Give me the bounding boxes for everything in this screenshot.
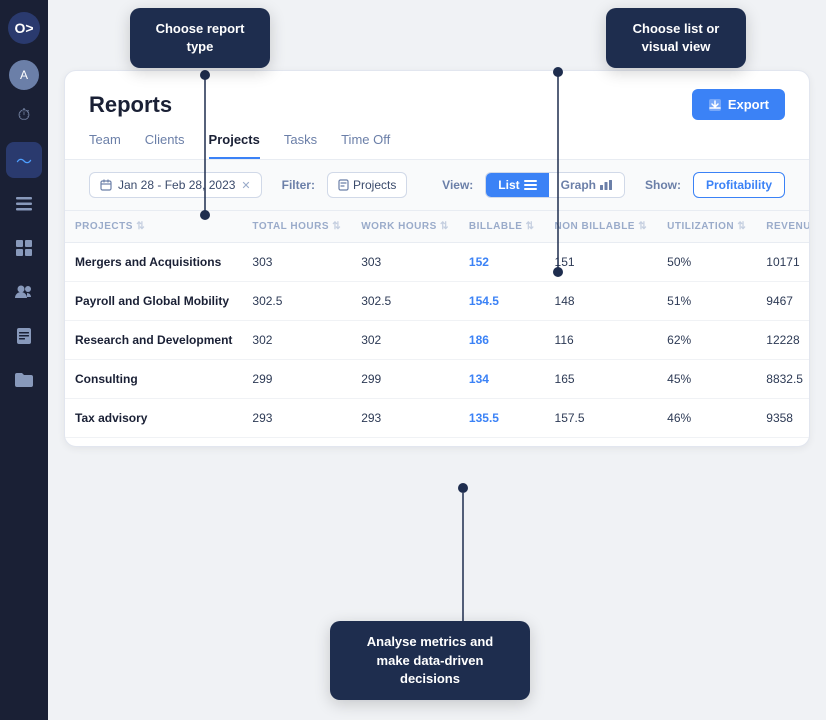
work-hours-cell: 302.5 — [351, 282, 459, 321]
tooltip-choose-report: Choose report type — [130, 8, 270, 68]
total-hours-cell: 299 — [242, 360, 351, 399]
col-billable: BILLABLE ⇅ — [459, 211, 545, 243]
filter-value: Projects — [353, 178, 396, 192]
col-total-hours: TOTAL HOURS ⇅ — [242, 211, 351, 243]
sidebar-item-people[interactable] — [6, 274, 42, 310]
main-content: Reports Export Team Clients Projects Tas… — [48, 0, 826, 720]
sidebar-item-timer[interactable]: ⏱ — [6, 98, 42, 134]
work-hours-cell: 303 — [351, 243, 459, 282]
billable-cell: 152 — [459, 243, 545, 282]
project-name-cell: Mergers and Acquisitions — [65, 243, 242, 282]
report-card: Reports Export Team Clients Projects Tas… — [64, 70, 810, 447]
col-revenues: REVENUES ⇅ — [756, 211, 809, 243]
billable-cell: 186 — [459, 321, 545, 360]
billable-cell: 134 — [459, 360, 545, 399]
revenues-cell: 12228 — [756, 321, 809, 360]
tab-clients[interactable]: Clients — [145, 132, 185, 159]
data-table-wrap: PROJECTS ⇅ TOTAL HOURS ⇅ WORK HOURS ⇅ BI… — [65, 211, 809, 446]
project-name-cell: Tax advisory — [65, 399, 242, 438]
view-toggle: List Graph — [485, 172, 625, 198]
table-row: Mergers and Acquisitions 303 303 152 151… — [65, 243, 809, 282]
non-billable-cell: 157.5 — [545, 399, 658, 438]
list-view-button[interactable]: List — [486, 173, 548, 197]
non-billable-cell: 165 — [545, 360, 658, 399]
col-non-billable: NON BILLABLE ⇅ — [545, 211, 658, 243]
table-row: Payroll and Global Mobility 302.5 302.5 … — [65, 282, 809, 321]
sidebar-item-list[interactable] — [6, 186, 42, 222]
profitability-button[interactable]: Profitability — [693, 172, 785, 198]
sidebar-item-document[interactable] — [6, 318, 42, 354]
page-title: Reports — [89, 92, 172, 118]
work-hours-cell: 293 — [351, 399, 459, 438]
date-range-value: Jan 28 - Feb 28, 2023 — [118, 178, 235, 192]
tooltip-analyse-metrics: Analyse metrics and make data-driven dec… — [330, 621, 530, 700]
graph-view-button[interactable]: Graph — [549, 173, 624, 197]
revenues-cell: 9358 — [756, 399, 809, 438]
table-row: Consulting 299 299 134 165 45% 8832.5 52… — [65, 360, 809, 399]
total-hours-cell: 302.5 — [242, 282, 351, 321]
total-hours-cell: 293 — [242, 399, 351, 438]
project-name-cell: Consulting — [65, 360, 242, 399]
non-billable-cell: 151 — [545, 243, 658, 282]
export-button[interactable]: Export — [692, 89, 785, 120]
sidebar: O> A ⏱ 〜 — [0, 0, 48, 720]
col-utilization: UTILIZATION ⇅ — [657, 211, 756, 243]
sidebar-logo[interactable]: O> — [8, 12, 40, 44]
utilization-cell: 62% — [657, 321, 756, 360]
toolbar: Jan 28 - Feb 28, 2023 ✕ Filter: Projects… — [65, 160, 809, 211]
card-header: Reports Export — [65, 71, 809, 120]
utilization-cell: 50% — [657, 243, 756, 282]
tooltip-choose-view: Choose list or visual view — [606, 8, 746, 68]
tab-team[interactable]: Team — [89, 132, 121, 159]
tab-projects[interactable]: Projects — [209, 132, 260, 159]
table-row: Tax advisory 293 293 135.5 157.5 46% 935… — [65, 399, 809, 438]
filter-tag[interactable]: Projects — [327, 172, 407, 198]
total-hours-cell: 302 — [242, 321, 351, 360]
data-table: PROJECTS ⇅ TOTAL HOURS ⇅ WORK HOURS ⇅ BI… — [65, 211, 809, 438]
project-name-cell: Payroll and Global Mobility — [65, 282, 242, 321]
utilization-cell: 46% — [657, 399, 756, 438]
revenues-cell: 9467 — [756, 282, 809, 321]
date-range-filter[interactable]: Jan 28 - Feb 28, 2023 ✕ — [89, 172, 262, 198]
billable-cell: 135.5 — [459, 399, 545, 438]
project-name-cell: Research and Development — [65, 321, 242, 360]
tab-tasks[interactable]: Tasks — [284, 132, 317, 159]
work-hours-cell: 299 — [351, 360, 459, 399]
total-hours-cell: 303 — [242, 243, 351, 282]
col-projects: PROJECTS ⇅ — [65, 211, 242, 243]
sidebar-item-analytics[interactable]: 〜 — [6, 142, 42, 178]
utilization-cell: 51% — [657, 282, 756, 321]
tab-time-off[interactable]: Time Off — [341, 132, 390, 159]
utilization-cell: 45% — [657, 360, 756, 399]
sidebar-item-folder[interactable] — [6, 362, 42, 398]
col-work-hours: WORK HOURS ⇅ — [351, 211, 459, 243]
revenues-cell: 8832.5 — [756, 360, 809, 399]
filter-label: Filter: — [282, 178, 315, 192]
sidebar-item-grid[interactable] — [6, 230, 42, 266]
billable-cell: 154.5 — [459, 282, 545, 321]
non-billable-cell: 148 — [545, 282, 658, 321]
non-billable-cell: 116 — [545, 321, 658, 360]
revenues-cell: 10171 — [756, 243, 809, 282]
export-label: Export — [728, 97, 769, 112]
work-hours-cell: 302 — [351, 321, 459, 360]
table-row: Research and Development 302 302 186 116… — [65, 321, 809, 360]
avatar-icon[interactable]: A — [9, 60, 39, 90]
tabs-bar: Team Clients Projects Tasks Time Off — [65, 120, 809, 160]
show-label: Show: — [645, 178, 681, 192]
view-label: View: — [442, 178, 473, 192]
date-clear-icon[interactable]: ✕ — [241, 179, 250, 192]
